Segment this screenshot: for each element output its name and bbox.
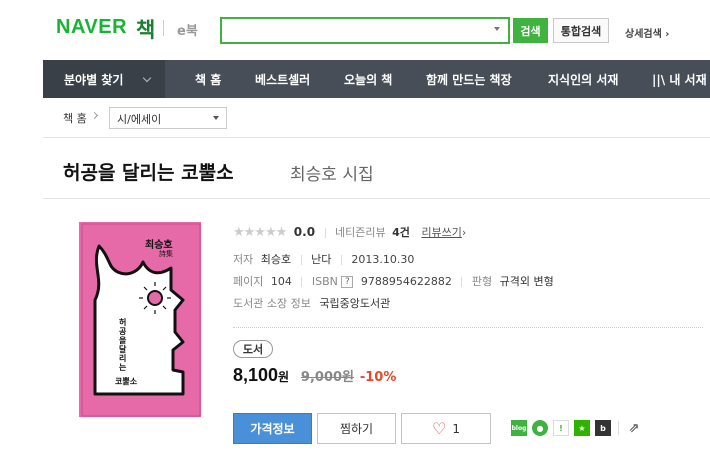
search-input[interactable] [222,19,482,42]
logo-divider [163,20,164,36]
detail-search-link[interactable]: 상세검색 › [625,25,669,40]
band-share-icon[interactable]: b [595,420,611,436]
nav-today-book[interactable]: 오늘의 책 [344,60,392,98]
publish-date: 2013.10.30 [351,253,415,266]
category-menu-label: 분야별 찾기 [64,72,124,87]
nav-shared-shelf[interactable]: 함께 만드는 책장 [426,60,512,98]
author-link[interactable]: 최승호 [261,253,291,266]
rating-score: 0.0 [293,225,316,239]
search-box [220,17,510,44]
book-cover[interactable]: 최승호 詩集 허공을 달리는 코뿔소 [79,222,201,417]
sale-price: 8,100 [233,365,279,385]
nav-my-library[interactable]: ||\ 내 서재 [652,60,707,98]
details-row: 페이지 104 ISBN ? 9788954622882 판형 규격외 변형 [233,273,554,289]
book-title: 허공을 달리는 코뿔소 [63,162,234,184]
publisher-link[interactable]: 난다 [311,253,331,266]
category-select-value: 시/에세이 [117,113,162,126]
original-price: 9,000원 [300,370,355,385]
chevron-down-icon [142,73,152,83]
share-icon[interactable]: ⇗ [626,420,642,436]
like-button[interactable]: ♡ 1 [401,413,491,444]
price-row: 8,100원 9,000원 -10% [233,365,396,386]
main-nav: 분야별 찾기 책 홈 베스트셀러 오늘의 책 함께 만드는 책장 지식인의 서재… [43,60,710,98]
pages-value: 104 [270,275,292,288]
like-count: 1 [452,421,460,436]
cover-title-2: 코뿔소 [115,377,138,386]
write-review-link[interactable]: 리뷰쓰기 [421,226,461,239]
library-link[interactable]: 국립중앙도서관 [319,297,390,310]
format-label: 판형 [471,275,493,288]
pages-label: 페이지 [233,275,264,288]
help-icon[interactable]: ? [341,276,354,288]
breadcrumb: 책 홈 시/에세이 [43,98,710,138]
share-icons: blog ● ! ★ b ⇗ [511,420,642,436]
review-label: 네티즌리뷰 [335,226,386,239]
review-count[interactable]: 4건 [392,226,410,239]
category-menu[interactable]: 분야별 찾기 [43,60,165,98]
blog-share-icon[interactable]: blog [511,420,527,436]
type-badge: 도서 [233,340,273,358]
nav-expert-library[interactable]: 지식인의 서재 [548,60,618,98]
nav-book-home[interactable]: 책 홈 [195,60,221,98]
cover-subtitle: 詩集 [159,250,173,258]
category-select[interactable]: 시/에세이 [109,107,227,129]
price-unit: 원 [278,370,290,384]
total-search-button[interactable]: 통합검색 [553,18,609,43]
rating-stars-icon: ★★★★★ [233,225,287,240]
search-dropdown-icon[interactable] [494,27,500,31]
wishlist-button[interactable]: 찜하기 [317,413,396,444]
book-cover-image [79,222,201,417]
price-info-button[interactable]: 가격정보 [233,413,312,444]
nav-bestseller[interactable]: 베스트셀러 [255,60,310,98]
chevron-right-icon [90,111,99,120]
divider [461,277,463,287]
dropdown-caret-icon [213,116,219,120]
library-label: 도서관 소장 정보 [233,297,311,310]
book-service-logo[interactable]: 책 [136,14,155,44]
library-row: 도서관 소장 정보 국립중앙도서관 [233,295,390,311]
divider [340,255,342,265]
author-row: 저자 최승호 난다 2013.10.30 [233,251,414,267]
header: NAVER 책 e북 검색 통합검색 상세검색 › [0,0,710,60]
breadcrumb-home[interactable]: 책 홈 [63,110,87,126]
cafe-share-icon[interactable]: ● [532,420,548,436]
heart-icon: ♡ [432,419,447,438]
chevron-right-icon: › [461,226,467,239]
book-subtitle: 최승호 시집 [290,165,374,185]
isbn-label: ISBN [311,275,338,288]
discount-rate: -10% [359,370,397,385]
divider [300,255,302,265]
title-area: 허공을 달리는 코뿔소 최승호 시집 [43,139,710,199]
cover-title: 허공을 달리는 [119,318,127,372]
bookmark-share-icon[interactable]: ! [553,420,569,436]
search-button[interactable]: 검색 [513,18,548,43]
author-label: 저자 [233,253,254,266]
rating-row: ★★★★★ 0.0 네티즌리뷰 4건 리뷰쓰기› [233,224,466,240]
naver-logo[interactable]: NAVER [56,16,127,39]
ebook-link[interactable]: e북 [177,20,198,39]
isbn-value: 9788954622882 [360,275,452,288]
divider [233,327,703,328]
divider [324,228,326,238]
divider [301,277,303,287]
format-value: 규격외 변형 [499,275,554,288]
star-share-icon[interactable]: ★ [574,420,590,436]
divider [618,421,619,435]
